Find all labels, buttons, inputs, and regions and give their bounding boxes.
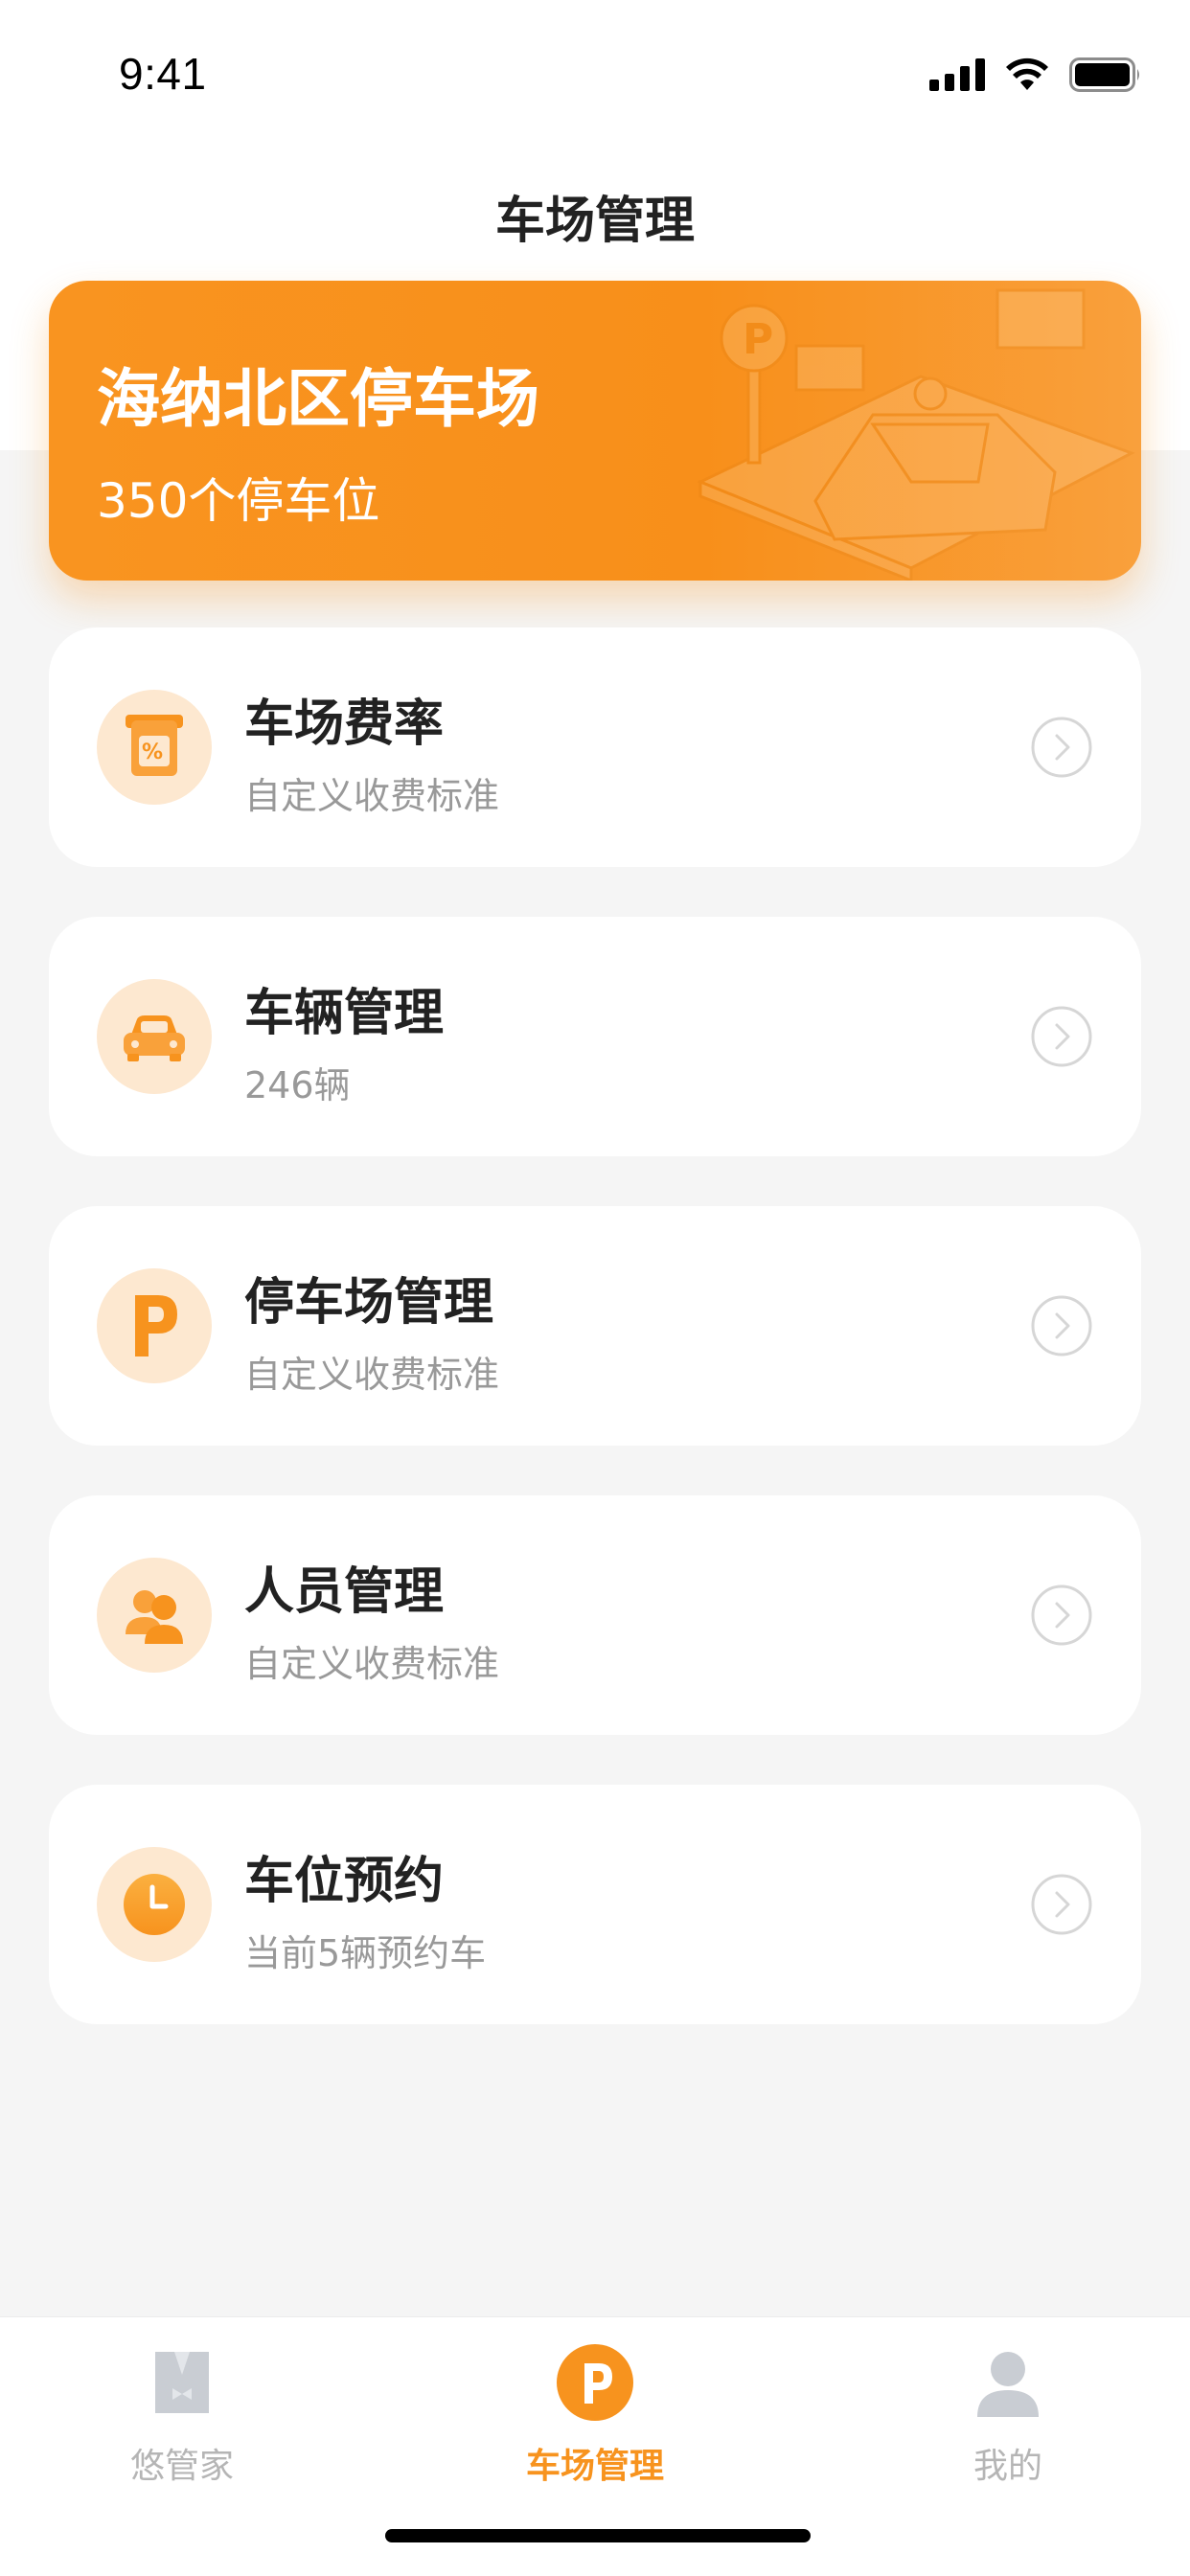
cellular-signal-icon	[929, 58, 985, 91]
battery-icon	[1069, 57, 1139, 92]
status-time: 9:41	[119, 49, 207, 99]
tab-mine[interactable]: 我的	[864, 2317, 1152, 2509]
car-icon	[124, 1015, 185, 1061]
menu-subtitle: 自定义收费标准	[244, 1354, 500, 1396]
home-indicator[interactable]	[385, 2529, 811, 2542]
menu-title: 车位预约	[244, 1853, 445, 1910]
parking-illustration-icon: P	[697, 288, 1135, 581]
chevron-right-icon[interactable]	[1030, 1873, 1093, 1936]
menu-item-rate[interactable]: % 车场费率 自定义收费标准	[49, 627, 1141, 867]
rate-percent-icon: %	[126, 715, 183, 776]
parking-p-icon	[135, 1295, 177, 1356]
menu-title: 停车场管理	[244, 1274, 494, 1332]
svg-text:P: P	[743, 315, 773, 364]
menu-item-vehicles[interactable]: 车辆管理 246辆	[49, 917, 1141, 1156]
menu-item-parking-lot[interactable]: 停车场管理 自定义收费标准	[49, 1206, 1141, 1446]
tab-butler[interactable]: 悠管家	[38, 2317, 326, 2509]
status-icons	[929, 57, 1142, 92]
status-bar: 9:41	[0, 0, 1190, 144]
menu-title: 人员管理	[244, 1563, 445, 1621]
tab-label: 我的	[973, 2447, 1042, 2486]
menu-icon-circle	[97, 1847, 212, 1962]
profile-icon	[977, 2352, 1039, 2417]
chevron-right-icon[interactable]	[1030, 716, 1093, 779]
parking-lot-card: P 海纳北区停车场 350个停车位	[49, 281, 1141, 581]
clock-icon	[124, 1874, 185, 1935]
svg-text:%: %	[142, 741, 163, 764]
parking-lot-name: 海纳北区停车场	[97, 362, 539, 436]
parking-tab-icon	[557, 2344, 633, 2421]
tab-label: 车场管理	[525, 2447, 664, 2486]
tab-parking-management[interactable]: 车场管理	[451, 2317, 739, 2509]
parking-lot-capacity: 350个停车位	[97, 473, 380, 529]
menu-item-reservation[interactable]: 车位预约 当前5辆预约车	[49, 1785, 1141, 2024]
people-icon	[126, 1590, 183, 1644]
menu-subtitle: 自定义收费标准	[244, 1643, 500, 1685]
menu-item-staff[interactable]: 人员管理 自定义收费标准	[49, 1495, 1141, 1735]
menu-subtitle: 自定义收费标准	[244, 775, 500, 817]
menu-icon-circle	[97, 1268, 212, 1383]
menu-icon-circle	[97, 1558, 212, 1673]
tab-label: 悠管家	[129, 2447, 234, 2486]
menu-subtitle: 当前5辆预约车	[244, 1932, 487, 1974]
menu-title: 车场费率	[244, 695, 445, 753]
wifi-icon	[1006, 57, 1048, 90]
butler-icon	[155, 2352, 209, 2413]
chevron-right-icon[interactable]	[1030, 1584, 1093, 1647]
menu-title: 车辆管理	[244, 985, 445, 1042]
menu-subtitle: 246辆	[244, 1064, 351, 1106]
menu-icon-circle	[97, 979, 212, 1094]
chevron-right-icon[interactable]	[1030, 1005, 1093, 1068]
page-title: 车场管理	[494, 193, 695, 250]
menu-icon-circle: %	[97, 690, 212, 805]
chevron-right-icon[interactable]	[1030, 1294, 1093, 1357]
